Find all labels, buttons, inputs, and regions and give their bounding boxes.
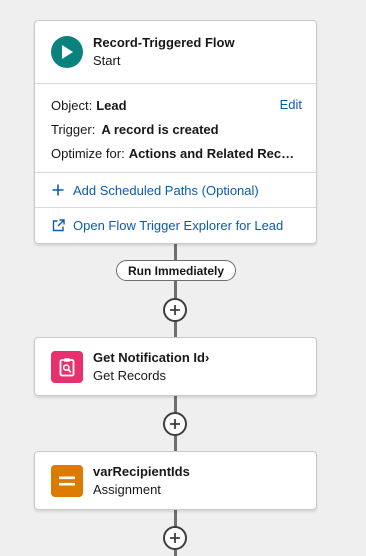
start-node-subtitle: Start: [93, 53, 121, 68]
play-icon: [51, 36, 83, 68]
add-element-button[interactable]: [163, 412, 187, 436]
start-node-title: Record-Triggered Flow: [93, 35, 235, 50]
add-scheduled-paths-label: Add Scheduled Paths (Optional): [73, 182, 259, 198]
get-records-node-card[interactable]: Get Notification Id› Get Records: [34, 337, 317, 396]
flow-connector-line: [174, 243, 177, 261]
optimize-row: Optimize for: Actions and Related Record…: [51, 142, 300, 166]
start-node-header[interactable]: Record-Triggered Flow Start: [35, 21, 316, 84]
path-label-pill[interactable]: Run Immediately: [116, 260, 236, 281]
add-element-button[interactable]: [163, 526, 187, 550]
trigger-value: A record is created: [101, 122, 219, 137]
node-title: Get Notification Id›: [93, 349, 210, 365]
optimize-value: Actions and Related Records: [128, 146, 300, 161]
object-row: Object: Lead: [51, 94, 300, 118]
assignment-node-card[interactable]: varRecipientIds Assignment: [34, 451, 317, 510]
path-label-text: Run Immediately: [127, 263, 225, 278]
node-subtitle: Get Records: [93, 367, 166, 383]
plus-icon: [169, 532, 181, 544]
add-element-button[interactable]: [163, 298, 187, 322]
plus-icon: [51, 183, 65, 197]
edit-link[interactable]: Edit: [280, 97, 302, 112]
equals-icon: [51, 464, 83, 497]
start-node-details: Object: Lead Trigger: A record is create…: [35, 84, 316, 173]
open-trigger-explorer-link[interactable]: Open Flow Trigger Explorer for Lead: [35, 208, 316, 243]
start-node-card[interactable]: Record-Triggered Flow Start Object: Lead…: [34, 20, 317, 244]
object-value: Lead: [96, 98, 127, 113]
object-label: Object:: [51, 98, 93, 113]
add-scheduled-paths-link[interactable]: Add Scheduled Paths (Optional): [35, 173, 316, 208]
optimize-label: Optimize for:: [51, 146, 125, 161]
external-link-icon: [51, 219, 65, 233]
node-subtitle: Assignment: [93, 481, 161, 497]
trigger-label: Trigger:: [51, 122, 96, 137]
clipboard-search-icon: [51, 350, 83, 383]
trigger-row: Trigger: A record is created: [51, 118, 300, 142]
node-title: varRecipientIds: [93, 463, 190, 479]
plus-icon: [169, 418, 181, 430]
open-trigger-explorer-label: Open Flow Trigger Explorer for Lead: [73, 218, 284, 233]
plus-icon: [169, 304, 181, 316]
